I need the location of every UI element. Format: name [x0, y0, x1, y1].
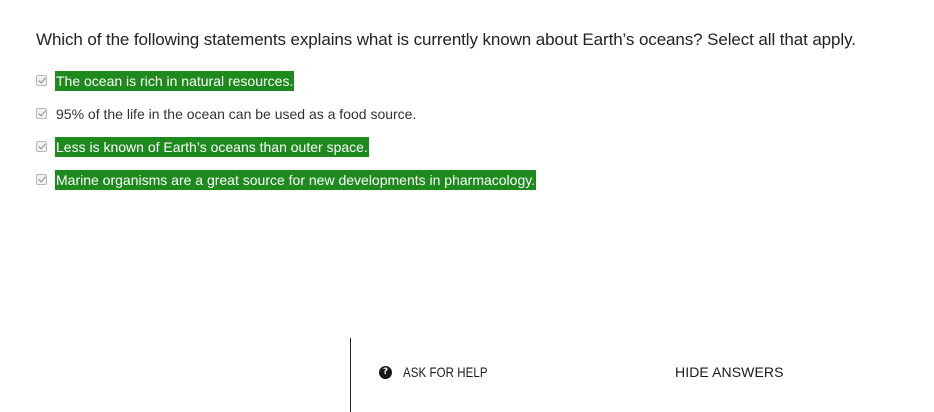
option-3[interactable]: Less is known of Earth’s oceans than out…	[36, 130, 536, 163]
question-mark-icon: ?	[379, 365, 392, 379]
option-1[interactable]: The ocean is rich in natural resources.	[36, 64, 536, 97]
option-2-label: 95% of the life in the ocean can be used…	[56, 105, 417, 122]
option-4-checkbox[interactable]	[36, 174, 47, 185]
footer-divider	[350, 338, 351, 412]
answer-options: The ocean is rich in natural resources. …	[36, 64, 537, 196]
question-text: Which of the following statements explai…	[36, 30, 856, 49]
option-3-label: Less is known of Earth’s oceans than out…	[55, 136, 369, 157]
option-2-checkbox[interactable]	[36, 108, 47, 119]
question-page: Which of the following statements explai…	[0, 0, 934, 412]
option-3-checkbox[interactable]	[36, 141, 47, 152]
option-4[interactable]: Marine organisms are a great source for …	[36, 163, 537, 196]
ask-for-help-label: ASK FOR HELP	[403, 364, 488, 380]
option-1-checkbox[interactable]	[36, 75, 47, 86]
option-1-label: The ocean is rich in natural resources.	[55, 70, 295, 91]
hide-answers-button[interactable]: HIDE ANSWERS	[675, 364, 784, 382]
option-2[interactable]: 95% of the life in the ocean can be used…	[36, 97, 536, 130]
option-4-label: Marine organisms are a great source for …	[55, 169, 537, 190]
hide-answers-label: HIDE ANSWERS	[675, 364, 784, 380]
ask-for-help-button[interactable]: ? ASK FOR HELP	[379, 364, 506, 380]
